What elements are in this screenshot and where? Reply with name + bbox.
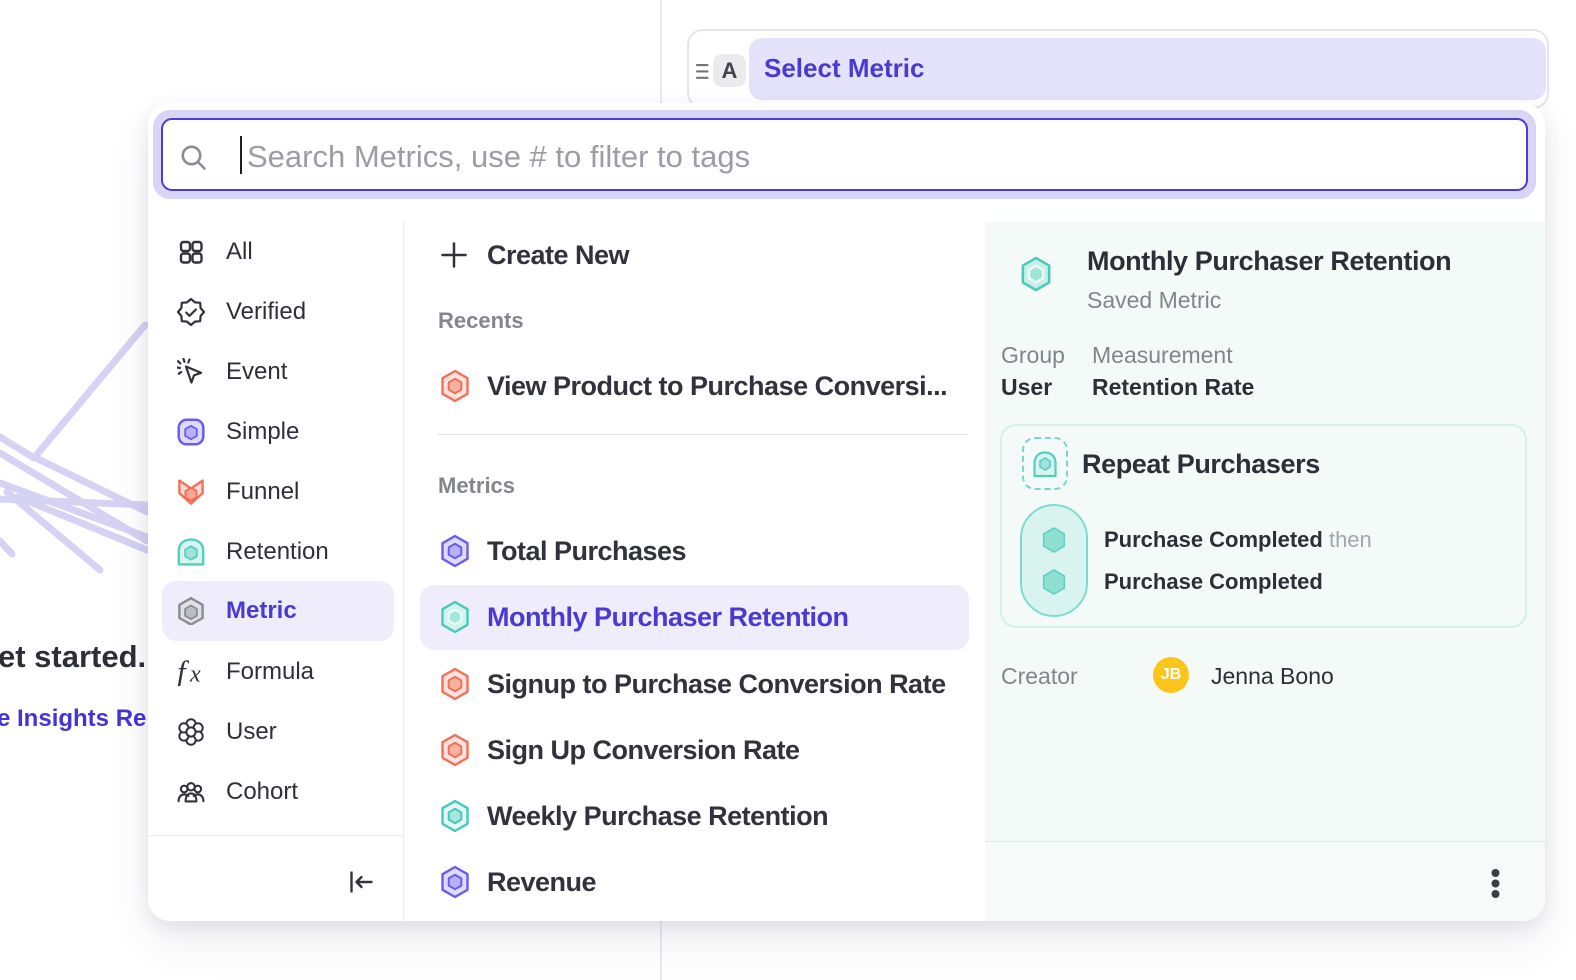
svg-text:f: f bbox=[177, 658, 190, 686]
svg-text:x: x bbox=[189, 662, 201, 687]
